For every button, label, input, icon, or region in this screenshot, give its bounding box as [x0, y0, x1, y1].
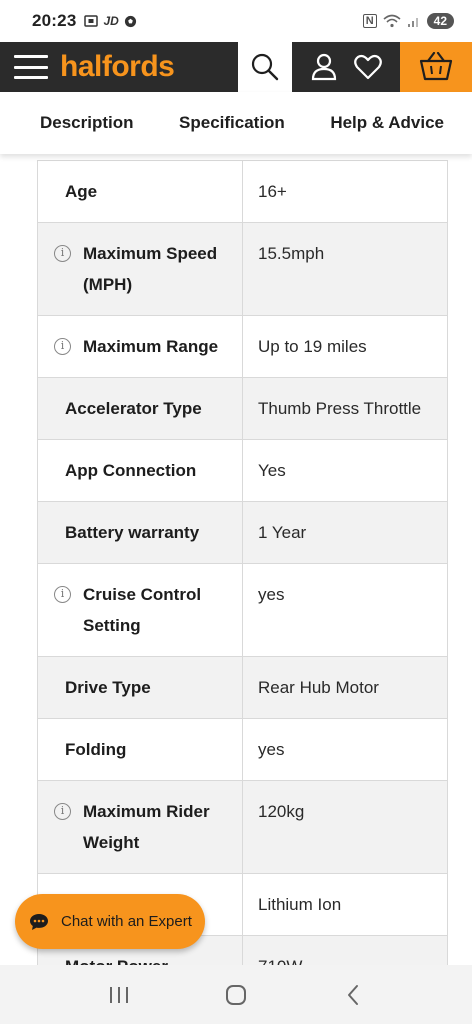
spec-row: i Maximum Speed (MPH) 15.5mph	[37, 222, 448, 316]
home-icon	[225, 984, 246, 1005]
account-icon[interactable]	[310, 52, 338, 82]
menu-icon[interactable]	[14, 55, 48, 79]
spec-label-wrap: Folding	[65, 734, 232, 765]
spec-label-wrap: Age	[65, 176, 232, 207]
spec-value: Thumb Press Throttle	[242, 377, 448, 440]
spec-label: Maximum Range	[83, 337, 219, 356]
spec-label: Battery warranty	[65, 523, 200, 542]
basket-icon	[419, 52, 453, 81]
spec-label-wrap: i Maximum Rider Weight	[54, 796, 232, 858]
nfc-icon: N	[362, 14, 377, 28]
spec-value: yes	[242, 718, 448, 781]
search-icon	[251, 53, 279, 81]
info-icon[interactable]: i	[54, 338, 71, 355]
tab-help-advice[interactable]: Help & Advice	[330, 113, 444, 133]
spec-label-cell: Battery warranty	[37, 501, 243, 564]
status-left-icons: JD	[84, 14, 136, 28]
spec-label-wrap: i Maximum Speed (MPH)	[54, 238, 232, 300]
spec-value: Up to 19 miles	[242, 315, 448, 378]
spec-label: Folding	[65, 740, 127, 759]
spec-label-cell: i Cruise Control Setting	[37, 563, 243, 657]
product-tabs: Description Specification Help & Advice	[0, 92, 472, 154]
spec-value: 16+	[242, 160, 448, 223]
home-button[interactable]	[216, 975, 256, 1015]
basket-button[interactable]	[400, 42, 472, 92]
back-icon	[348, 984, 359, 1005]
spec-label-wrap: App Connection	[65, 455, 232, 486]
spec-label: Age	[65, 182, 98, 201]
spec-label-wrap: Motor Power	[65, 951, 232, 965]
status-right-icons: N 42	[362, 13, 454, 29]
spec-label-wrap: Accelerator Type	[65, 393, 232, 424]
tab-description[interactable]: Description	[40, 113, 134, 133]
spec-row: Accelerator Type Thumb Press Throttle	[37, 377, 448, 440]
info-icon[interactable]: i	[54, 245, 71, 262]
screenshot-icon	[84, 15, 99, 27]
tab-specification[interactable]: Specification	[179, 113, 285, 133]
back-button[interactable]	[333, 975, 373, 1015]
spec-row: i Maximum Range Up to 19 miles	[37, 315, 448, 378]
spec-value: yes	[242, 563, 448, 657]
spec-value: Lithium Ion	[242, 873, 448, 936]
spec-row: Battery warranty 1 Year	[37, 501, 448, 564]
site-header: halfords	[0, 42, 472, 92]
spec-label-cell: i Maximum Speed (MPH)	[37, 222, 243, 316]
spec-label-cell: App Connection	[37, 439, 243, 502]
halfords-logo[interactable]: halfords	[60, 50, 175, 84]
spec-label: Maximum Speed (MPH)	[83, 244, 218, 294]
battery-indicator: 42	[426, 13, 454, 29]
header-user-icons	[292, 42, 400, 92]
spec-label: Motor Power	[65, 951, 168, 965]
chat-bubble-icon	[30, 913, 48, 930]
spec-label-cell: i Maximum Rider Weight	[37, 780, 243, 874]
football-icon	[124, 15, 136, 27]
spec-label-wrap: Battery warranty	[65, 517, 232, 548]
spec-label-wrap: Drive Type	[65, 672, 232, 703]
signal-icon	[407, 18, 418, 27]
spec-label-wrap: i Cruise Control Setting	[54, 579, 232, 641]
spec-label-wrap: i Maximum Range	[54, 331, 232, 362]
wishlist-heart-icon[interactable]	[354, 54, 382, 80]
spec-row: i Cruise Control Setting yes	[37, 563, 448, 657]
header-brand-area: halfords	[0, 42, 238, 92]
spec-label: Drive Type	[65, 678, 151, 697]
chat-with-expert-button[interactable]: Chat with an Expert	[15, 894, 205, 949]
spec-value: 1 Year	[242, 501, 448, 564]
spec-label-cell: Drive Type	[37, 656, 243, 719]
status-time: 20:23	[32, 11, 77, 30]
spec-label: Maximum Rider Weight	[83, 802, 210, 852]
spec-row: Drive Type Rear Hub Motor	[37, 656, 448, 719]
spec-row: i Maximum Rider Weight 120kg	[37, 780, 448, 874]
system-nav-bar	[0, 965, 472, 1024]
search-button[interactable]	[238, 42, 292, 92]
spec-value: 120kg	[242, 780, 448, 874]
recent-apps-button[interactable]	[99, 975, 139, 1015]
spec-label-cell: i Maximum Range	[37, 315, 243, 378]
specification-panel: Age 16+ i Maximum Speed (MPH) 15.5mph i Maximu…	[0, 154, 472, 965]
spec-label-cell: Folding	[37, 718, 243, 781]
spec-label: App Connection	[65, 461, 197, 480]
spec-label: Accelerator Type	[65, 399, 202, 418]
spec-row: Age 16+	[37, 160, 448, 223]
spec-row: Folding yes	[37, 718, 448, 781]
info-icon[interactable]: i	[54, 586, 71, 603]
spec-label: Cruise Control Setting	[83, 585, 202, 635]
spec-value: Yes	[242, 439, 448, 502]
spec-value: 710W	[242, 935, 448, 965]
status-bar: 20:23 JD N 42	[0, 0, 472, 42]
info-icon[interactable]: i	[54, 803, 71, 820]
chat-label: Chat with an Expert	[61, 913, 192, 930]
spec-value: Rear Hub Motor	[242, 656, 448, 719]
spec-row: App Connection Yes	[37, 439, 448, 502]
spec-label-cell: Accelerator Type	[37, 377, 243, 440]
recent-apps-icon	[109, 986, 128, 1003]
wifi-icon	[383, 14, 401, 28]
specification-table: Age 16+ i Maximum Speed (MPH) 15.5mph i Maximu…	[37, 160, 448, 965]
spec-value: 15.5mph	[242, 222, 448, 316]
spec-label-cell: Age	[37, 160, 243, 223]
jd-icon: JD	[103, 14, 119, 28]
